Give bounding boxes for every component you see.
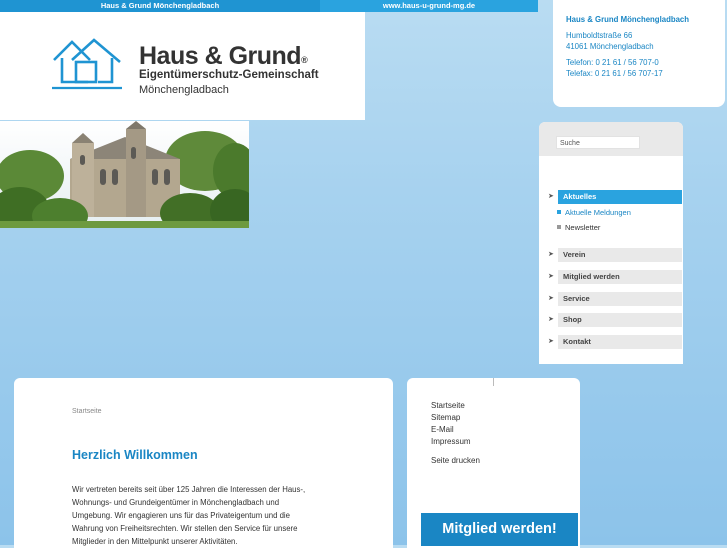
intro-text: Wir vertreten bereits seit über 125 Jahr… (72, 483, 342, 548)
chevron-right-icon: ➤ (548, 251, 554, 258)
become-member-banner[interactable]: Mitglied werden! (421, 513, 578, 546)
bullet-icon (557, 225, 561, 229)
contact-fax: Telefax: 0 21 61 / 56 707-17 (566, 69, 663, 78)
nav-item-mitglied-werden[interactable]: Mitglied werden (558, 270, 682, 284)
bullet-icon (557, 210, 561, 214)
nav-item-service[interactable]: Service (558, 292, 682, 306)
breadcrumb[interactable]: Startseite (72, 408, 102, 415)
nav-item-aktuelles[interactable]: Aktuelles (558, 190, 682, 204)
main-content-panel: Startseite Herzlich Willkommen Wir vertr… (14, 378, 393, 548)
logo-panel[interactable]: Haus & Grund® Eigentümerschutz-Gemeinsch… (0, 12, 365, 120)
chevron-right-icon: ➤ (548, 295, 554, 302)
subnav-item-newsletter[interactable]: Newsletter (565, 223, 600, 232)
page-title: Herzlich Willkommen (72, 448, 198, 462)
logo-registered-mark: ® (301, 55, 308, 65)
intro-line: Mitglieder in den Mittelpunkt unserer Ak… (72, 537, 238, 546)
divider (493, 378, 494, 386)
print-page-link[interactable]: Seite drucken (431, 456, 480, 465)
church-photo (0, 121, 249, 228)
chevron-right-icon: ➤ (548, 273, 554, 280)
logo-wordmark: Haus & Grund® (139, 41, 308, 71)
logo-brand: Haus & Grund (139, 42, 302, 70)
nav-item-kontakt[interactable]: Kontakt (558, 335, 682, 349)
topbar-title: Haus & Grund Mönchengladbach (0, 0, 320, 12)
nav-item-verein[interactable]: Verein (558, 248, 682, 262)
intro-line: Umgebung. Wir engagieren uns für das Pri… (72, 511, 291, 520)
contact-city: 41061 Mönchengladbach (566, 42, 654, 51)
navigation-panel: Suche ➤ Aktuelles Aktuelle Meldungen New… (539, 122, 683, 364)
side-link-sitemap[interactable]: Sitemap (431, 413, 460, 422)
intro-line: Wir vertreten bereits seit über 125 Jahr… (72, 485, 306, 494)
logo-tagline: Eigentümerschutz-Gemeinschaft (139, 69, 319, 81)
side-link-startseite[interactable]: Startseite (431, 401, 465, 410)
intro-line: Wohnungs- und Grundeigentümer in Mönchen… (72, 498, 280, 507)
search-input[interactable]: Suche (556, 136, 640, 149)
logo-city: Mönchengladbach (139, 84, 229, 96)
intro-line: Wahrung von Freiheitsrechten. Wir stelle… (72, 524, 298, 533)
chevron-right-icon: ➤ (548, 193, 554, 200)
side-link-impressum[interactable]: Impressum (431, 437, 471, 446)
topbar-url-link[interactable]: www.haus-u-grund-mg.de (320, 0, 538, 12)
subnav-item-aktuelle-meldungen[interactable]: Aktuelle Meldungen (565, 208, 631, 217)
chevron-right-icon: ➤ (548, 338, 554, 345)
contact-phone: Telefon: 0 21 61 / 56 707-0 (566, 58, 659, 67)
side-links-panel: Startseite Sitemap E-Mail Impressum Seit… (407, 378, 580, 548)
side-link-email[interactable]: E-Mail (431, 425, 454, 434)
house-logo-icon (52, 38, 122, 90)
chevron-right-icon: ➤ (548, 316, 554, 323)
nav-item-shop[interactable]: Shop (558, 313, 682, 327)
contact-box: Haus & Grund Mönchengladbach Humboldtstr… (553, 0, 725, 107)
contact-street: Humboldtstraße 66 (566, 31, 633, 40)
contact-name: Haus & Grund Mönchengladbach (566, 15, 690, 24)
